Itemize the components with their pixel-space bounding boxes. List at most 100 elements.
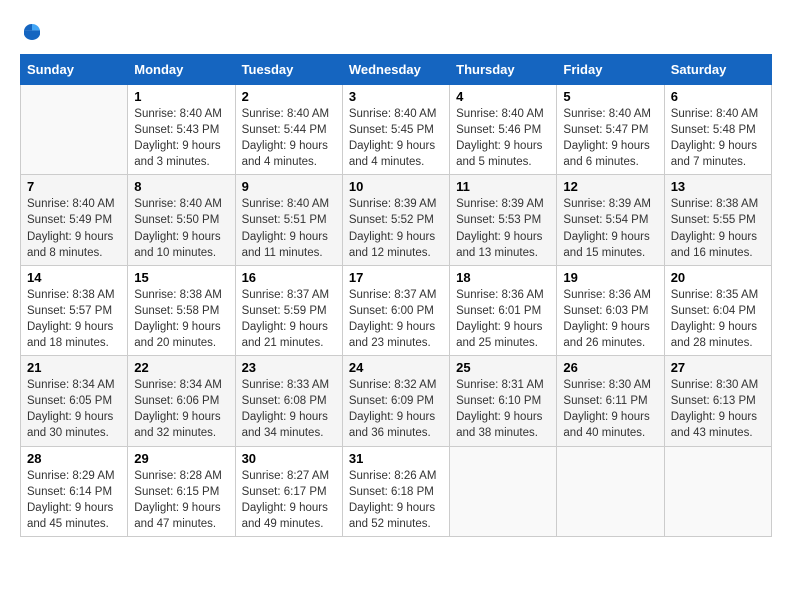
calendar-cell: 6 Sunrise: 8:40 AMSunset: 5:48 PMDaylight…: [664, 85, 771, 175]
day-info: Sunrise: 8:31 AMSunset: 6:10 PMDaylight:…: [456, 377, 550, 441]
calendar-cell: 31 Sunrise: 8:26 AMSunset: 6:18 PMDayligh…: [342, 446, 449, 536]
header: [20, 20, 772, 44]
calendar-cell: 2 Sunrise: 8:40 AMSunset: 5:44 PMDaylight…: [235, 85, 342, 175]
calendar-cell: 15Sunrise: 8:38 AMSunset: 5:58 PMDayligh…: [128, 265, 235, 355]
day-number: 23: [242, 360, 336, 375]
day-number: 10: [349, 179, 443, 194]
day-number: 8: [134, 179, 228, 194]
calendar-cell: 17 Sunrise: 8:37 AMSunset: 6:00 PMDayligh…: [342, 265, 449, 355]
calendar-cell: 8 Sunrise: 8:40 AMSunset: 5:50 PMDaylight…: [128, 175, 235, 265]
header-row: SundayMondayTuesdayWednesdayThursdayFrid…: [21, 55, 772, 85]
day-info: Sunrise: 8:28 AMSunset: 6:15 PMDaylight:…: [134, 468, 228, 532]
day-number: 16: [242, 270, 336, 285]
calendar-cell: 13Sunrise: 8:38 AMSunset: 5:55 PMDayligh…: [664, 175, 771, 265]
calendar-cell: 21 Sunrise: 8:34 AMSunset: 6:05 PMDayligh…: [21, 356, 128, 446]
day-info: Sunrise: 8:39 AMSunset: 5:52 PMDaylight:…: [349, 196, 443, 260]
calendar-cell: 16 Sunrise: 8:37 AMSunset: 5:59 PMDayligh…: [235, 265, 342, 355]
logo-icon: [20, 20, 44, 44]
day-number: 6: [671, 89, 765, 104]
calendar-cell: 19 Sunrise: 8:36 AMSunset: 6:03 PMDayligh…: [557, 265, 664, 355]
calendar-week-row: 14 Sunrise: 8:38 AMSunset: 5:57 PMDayligh…: [21, 265, 772, 355]
day-number: 31: [349, 451, 443, 466]
calendar-body: 1Sunrise: 8:40 AMSunset: 5:43 PMDaylight…: [21, 85, 772, 537]
calendar-cell: 23 Sunrise: 8:33 AMSunset: 6:08 PMDayligh…: [235, 356, 342, 446]
calendar-cell: [21, 85, 128, 175]
calendar-cell: 5 Sunrise: 8:40 AMSunset: 5:47 PMDaylight…: [557, 85, 664, 175]
day-info: Sunrise: 8:30 AMSunset: 6:11 PMDaylight:…: [563, 377, 657, 441]
day-info: Sunrise: 8:36 AMSunset: 6:01 PMDaylight:…: [456, 287, 550, 351]
day-info: Sunrise: 8:40 AMSunset: 5:47 PMDaylight:…: [563, 106, 657, 170]
day-number: 5: [563, 89, 657, 104]
day-number: 19: [563, 270, 657, 285]
calendar-week-row: 21 Sunrise: 8:34 AMSunset: 6:05 PMDayligh…: [21, 356, 772, 446]
calendar-cell: 1Sunrise: 8:40 AMSunset: 5:43 PMDaylight…: [128, 85, 235, 175]
calendar-cell: 12 Sunrise: 8:39 AMSunset: 5:54 PMDayligh…: [557, 175, 664, 265]
day-info: Sunrise: 8:40 AMSunset: 5:43 PMDaylight:…: [134, 106, 228, 170]
day-info: Sunrise: 8:35 AMSunset: 6:04 PMDaylight:…: [671, 287, 765, 351]
day-number: 11: [456, 179, 550, 194]
calendar-cell: 3 Sunrise: 8:40 AMSunset: 5:45 PMDaylight…: [342, 85, 449, 175]
day-info: Sunrise: 8:39 AMSunset: 5:54 PMDaylight:…: [563, 196, 657, 260]
header-cell: Saturday: [664, 55, 771, 85]
day-info: Sunrise: 8:33 AMSunset: 6:08 PMDaylight:…: [242, 377, 336, 441]
day-number: 25: [456, 360, 550, 375]
day-number: 14: [27, 270, 121, 285]
day-info: Sunrise: 8:38 AMSunset: 5:58 PMDaylight:…: [134, 287, 228, 351]
calendar-cell: 18 Sunrise: 8:36 AMSunset: 6:01 PMDayligh…: [450, 265, 557, 355]
calendar-header: SundayMondayTuesdayWednesdayThursdayFrid…: [21, 55, 772, 85]
day-info: Sunrise: 8:32 AMSunset: 6:09 PMDaylight:…: [349, 377, 443, 441]
day-number: 22: [134, 360, 228, 375]
day-info: Sunrise: 8:36 AMSunset: 6:03 PMDaylight:…: [563, 287, 657, 351]
day-number: 2: [242, 89, 336, 104]
calendar-cell: 4 Sunrise: 8:40 AMSunset: 5:46 PMDaylight…: [450, 85, 557, 175]
calendar-cell: 30 Sunrise: 8:27 AMSunset: 6:17 PMDayligh…: [235, 446, 342, 536]
day-info: Sunrise: 8:40 AMSunset: 5:46 PMDaylight:…: [456, 106, 550, 170]
calendar-table: SundayMondayTuesdayWednesdayThursdayFrid…: [20, 54, 772, 537]
day-info: Sunrise: 8:30 AMSunset: 6:13 PMDaylight:…: [671, 377, 765, 441]
day-info: Sunrise: 8:40 AMSunset: 5:48 PMDaylight:…: [671, 106, 765, 170]
day-number: 4: [456, 89, 550, 104]
header-cell: Friday: [557, 55, 664, 85]
day-number: 17: [349, 270, 443, 285]
header-cell: Monday: [128, 55, 235, 85]
day-info: Sunrise: 8:38 AMSunset: 5:57 PMDaylight:…: [27, 287, 121, 351]
day-number: 24: [349, 360, 443, 375]
calendar-cell: 24 Sunrise: 8:32 AMSunset: 6:09 PMDayligh…: [342, 356, 449, 446]
header-cell: Wednesday: [342, 55, 449, 85]
day-number: 18: [456, 270, 550, 285]
day-info: Sunrise: 8:34 AMSunset: 6:05 PMDaylight:…: [27, 377, 121, 441]
calendar-cell: [557, 446, 664, 536]
day-info: Sunrise: 8:37 AMSunset: 6:00 PMDaylight:…: [349, 287, 443, 351]
day-number: 12: [563, 179, 657, 194]
day-info: Sunrise: 8:29 AMSunset: 6:14 PMDaylight:…: [27, 468, 121, 532]
calendar-cell: 28 Sunrise: 8:29 AMSunset: 6:14 PMDayligh…: [21, 446, 128, 536]
calendar-cell: 22 Sunrise: 8:34 AMSunset: 6:06 PMDayligh…: [128, 356, 235, 446]
calendar-cell: [450, 446, 557, 536]
day-number: 30: [242, 451, 336, 466]
day-info: Sunrise: 8:40 AMSunset: 5:50 PMDaylight:…: [134, 196, 228, 260]
day-info: Sunrise: 8:40 AMSunset: 5:44 PMDaylight:…: [242, 106, 336, 170]
day-number: 20: [671, 270, 765, 285]
day-number: 9: [242, 179, 336, 194]
calendar-week-row: 28 Sunrise: 8:29 AMSunset: 6:14 PMDayligh…: [21, 446, 772, 536]
calendar-week-row: 1Sunrise: 8:40 AMSunset: 5:43 PMDaylight…: [21, 85, 772, 175]
day-number: 28: [27, 451, 121, 466]
logo: [20, 20, 48, 44]
calendar-cell: 25 Sunrise: 8:31 AMSunset: 6:10 PMDayligh…: [450, 356, 557, 446]
day-info: Sunrise: 8:40 AMSunset: 5:45 PMDaylight:…: [349, 106, 443, 170]
day-number: 13: [671, 179, 765, 194]
calendar-week-row: 7Sunrise: 8:40 AMSunset: 5:49 PMDaylight…: [21, 175, 772, 265]
day-info: Sunrise: 8:34 AMSunset: 6:06 PMDaylight:…: [134, 377, 228, 441]
calendar-cell: [664, 446, 771, 536]
calendar-cell: 9Sunrise: 8:40 AMSunset: 5:51 PMDaylight…: [235, 175, 342, 265]
day-info: Sunrise: 8:27 AMSunset: 6:17 PMDaylight:…: [242, 468, 336, 532]
day-info: Sunrise: 8:26 AMSunset: 6:18 PMDaylight:…: [349, 468, 443, 532]
day-info: Sunrise: 8:39 AMSunset: 5:53 PMDaylight:…: [456, 196, 550, 260]
calendar-cell: 29Sunrise: 8:28 AMSunset: 6:15 PMDayligh…: [128, 446, 235, 536]
day-number: 3: [349, 89, 443, 104]
calendar-cell: 26Sunrise: 8:30 AMSunset: 6:11 PMDayligh…: [557, 356, 664, 446]
calendar-cell: 7Sunrise: 8:40 AMSunset: 5:49 PMDaylight…: [21, 175, 128, 265]
calendar-cell: 10 Sunrise: 8:39 AMSunset: 5:52 PMDayligh…: [342, 175, 449, 265]
day-number: 21: [27, 360, 121, 375]
day-info: Sunrise: 8:37 AMSunset: 5:59 PMDaylight:…: [242, 287, 336, 351]
